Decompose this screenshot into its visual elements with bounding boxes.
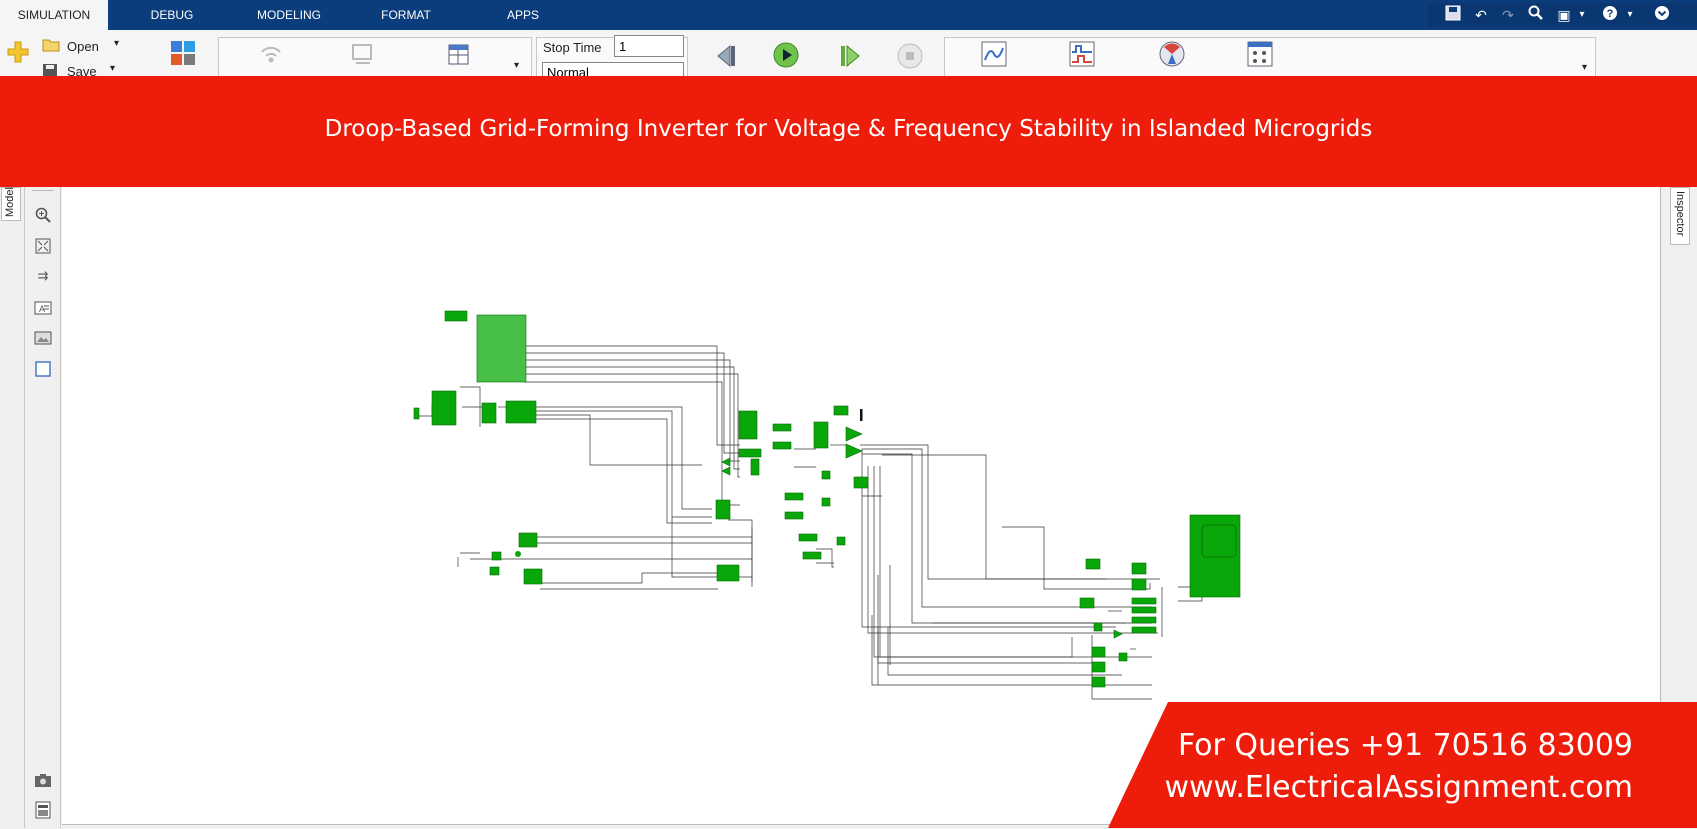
signal-icon[interactable]: [258, 42, 284, 68]
property-inspector-tab-label: Inspector: [1674, 191, 1686, 237]
tab-modeling[interactable]: MODELING: [244, 0, 334, 30]
arrows-icon[interactable]: ⇉: [34, 267, 52, 285]
signal-lines: [418, 345, 1224, 700]
disk-icon: [42, 63, 58, 77]
junction-point: [515, 551, 521, 557]
save-icon[interactable]: [1443, 5, 1463, 25]
banner-title: Droop-Based Grid-Forming Inverter for Vo…: [324, 116, 1373, 142]
property-inspector-tab[interactable]: Inspector: [1670, 187, 1690, 245]
chevron-down-icon[interactable]: ▾: [514, 60, 519, 71]
mux-bar: [860, 409, 863, 421]
model-browser-tab[interactable]: Model: [1, 187, 21, 221]
palette-divider: [32, 190, 54, 191]
window-icon[interactable]: ▣: [1554, 5, 1574, 25]
camera-icon[interactable]: [34, 771, 52, 789]
tab-apps[interactable]: APPS: [486, 0, 560, 30]
area-icon[interactable]: [34, 360, 52, 378]
chevron-down-icon[interactable]: ▾: [114, 38, 119, 49]
left-panel-strip: Model: [0, 187, 25, 828]
log-signals-icon[interactable]: [350, 42, 376, 68]
contact-overlay: For Queries +91 70516 83009 www.Electric…: [1108, 702, 1697, 828]
table-icon[interactable]: [446, 42, 472, 68]
stop-time-field[interactable]: 1: [614, 35, 684, 57]
step-forward-icon[interactable]: [836, 42, 864, 70]
chevron-down-icon[interactable]: ▾: [1582, 62, 1587, 73]
tab-simulation[interactable]: SIMULATION: [0, 0, 108, 30]
redo-icon[interactable]: ↷: [1498, 5, 1518, 25]
stop-time-label: Stop Time: [543, 40, 602, 55]
search-icon[interactable]: [1526, 5, 1546, 25]
folder-icon: [42, 38, 60, 52]
chevron-down-icon[interactable]: ▾: [1620, 5, 1640, 25]
chevron-down-icon[interactable]: ▾: [110, 63, 115, 74]
svg-text:?: ?: [1607, 8, 1614, 20]
collapse-icon[interactable]: [1652, 5, 1672, 25]
help-icon[interactable]: ?: [1600, 5, 1620, 25]
stop-icon[interactable]: [896, 42, 924, 70]
library-browser-icon[interactable]: [170, 40, 196, 66]
open-button[interactable]: Open: [67, 39, 99, 54]
website-link[interactable]: www.ElectricalAssignment.com: [1164, 770, 1633, 805]
logic-analyzer-icon[interactable]: [1068, 40, 1096, 68]
tab-debug[interactable]: DEBUG: [132, 0, 212, 30]
simulation-manager-icon[interactable]: [1246, 40, 1274, 68]
palette-toolbar: ⇉ A: [28, 187, 61, 828]
run-icon[interactable]: [772, 41, 800, 69]
preferences-icon[interactable]: [34, 801, 52, 819]
title-banner: Droop-Based Grid-Forming Inverter for Vo…: [0, 76, 1697, 187]
step-back-icon[interactable]: [712, 42, 740, 70]
chevron-down-icon[interactable]: ▾: [1572, 5, 1592, 25]
fit-view-icon[interactable]: [34, 237, 52, 255]
new-model-icon[interactable]: [6, 40, 30, 64]
tab-format[interactable]: FORMAT: [366, 0, 446, 30]
data-inspector-icon[interactable]: [980, 40, 1008, 68]
contact-overlay-shape: [1108, 702, 1697, 828]
tab-bar: SIMULATION DEBUG MODELING FORMAT APPS ↶ …: [0, 0, 1697, 30]
zoom-in-icon[interactable]: [34, 206, 52, 224]
toolstrip: Open ▾ Save ▾ ▾ Stop Time 1 Normal ▾: [0, 30, 1697, 79]
image-icon[interactable]: [34, 329, 52, 347]
annotation-icon[interactable]: A: [34, 299, 52, 317]
undo-icon[interactable]: ↶: [1471, 5, 1491, 25]
model-browser-tab-label: Model: [4, 187, 16, 217]
queries-phone: For Queries +91 70516 83009: [1177, 728, 1633, 763]
blocks: [413, 310, 1241, 688]
bird-eye-icon[interactable]: [1158, 40, 1186, 68]
